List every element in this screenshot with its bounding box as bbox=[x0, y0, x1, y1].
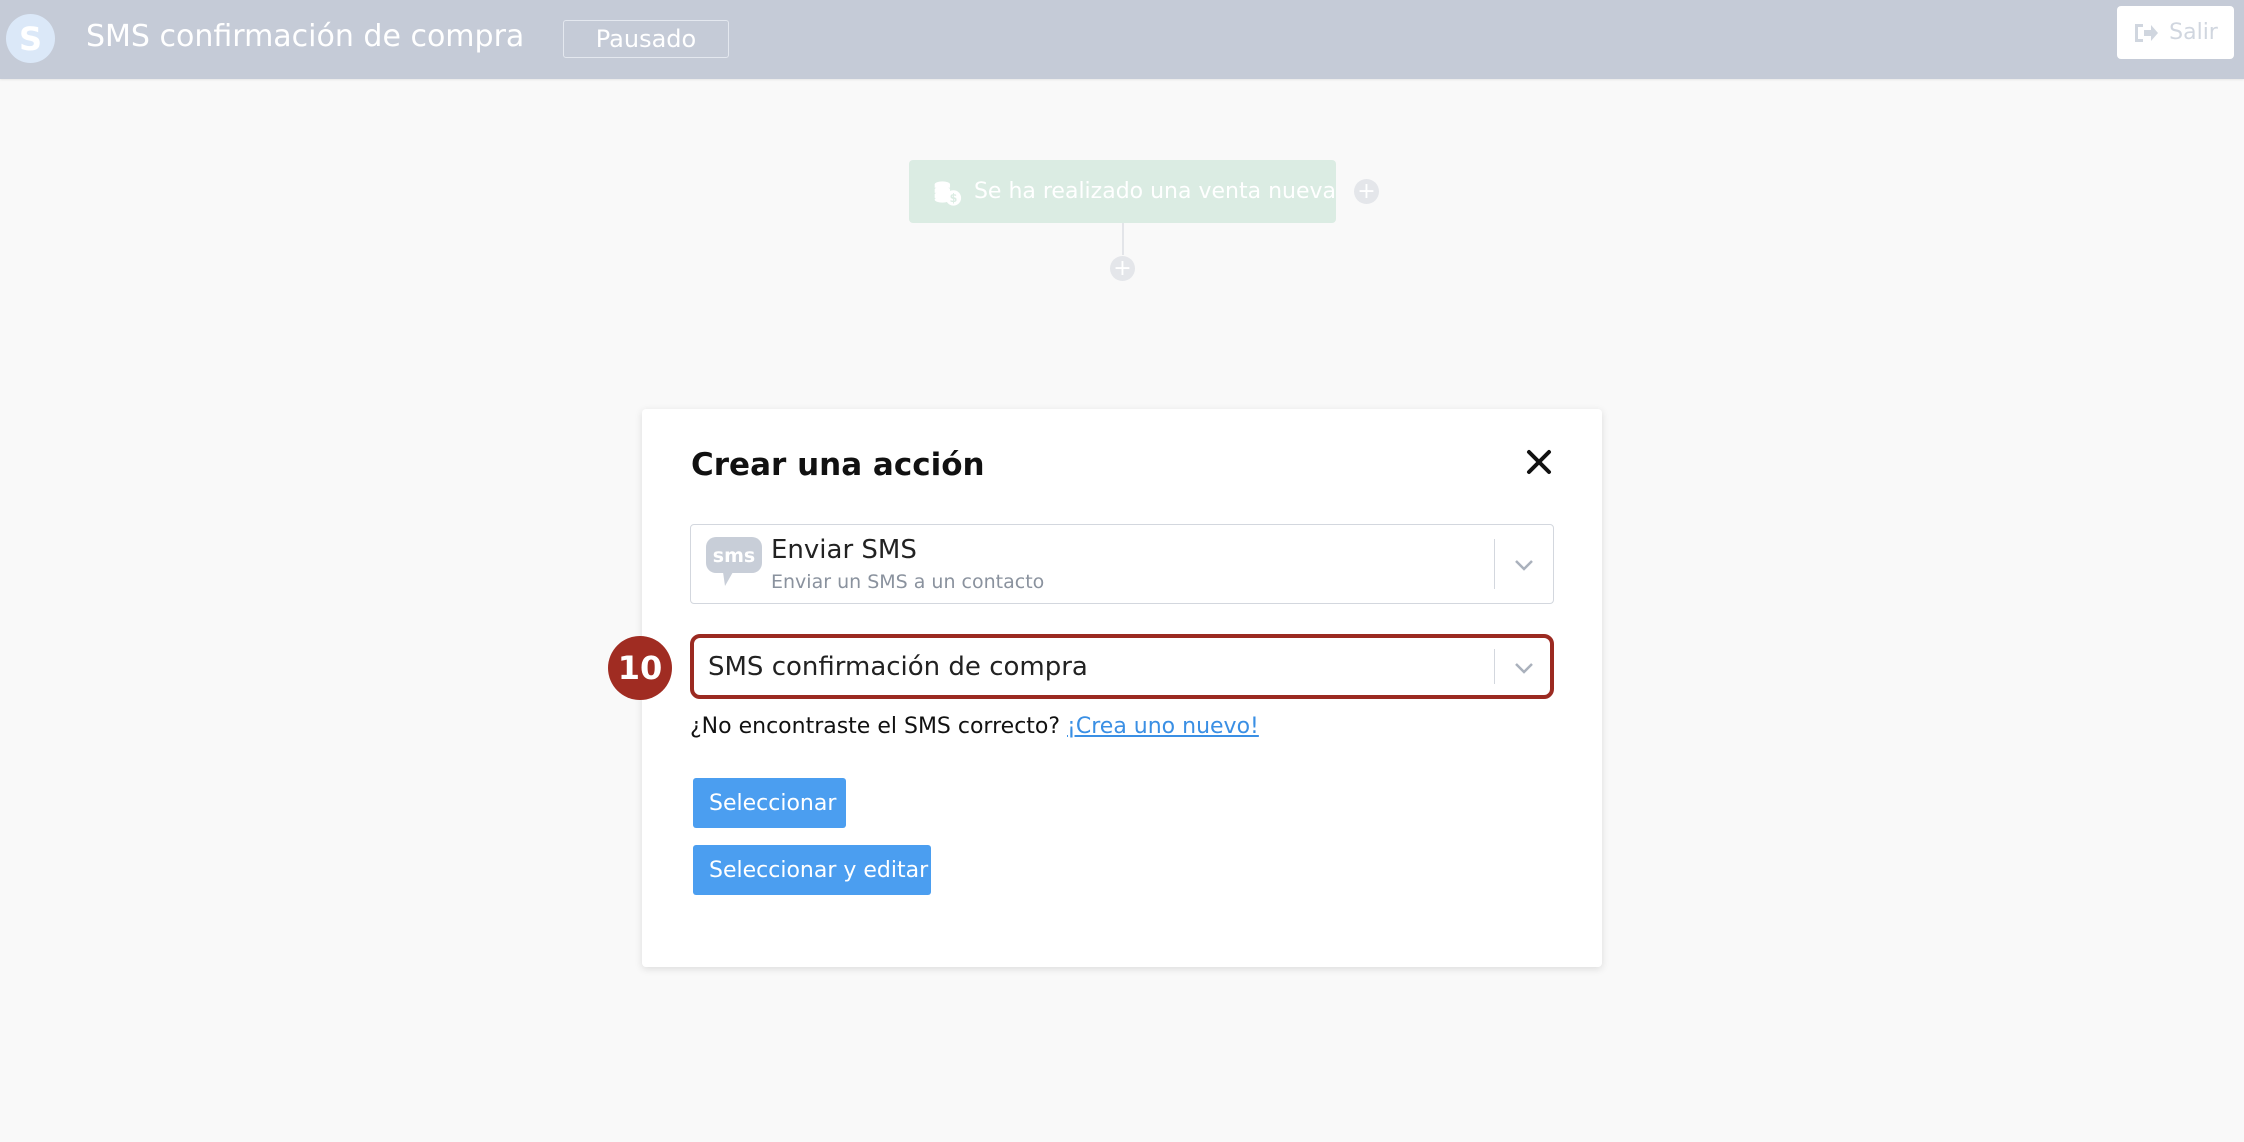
select-divider bbox=[1494, 539, 1495, 589]
logo-letter: S bbox=[18, 19, 43, 58]
modal-title: Crear una acción bbox=[691, 447, 985, 483]
sms-bubble-icon: sms bbox=[706, 537, 762, 586]
action-name: Enviar SMS bbox=[771, 535, 917, 565]
create-new-sms-link[interactable]: ¡Crea uno nuevo! bbox=[1067, 714, 1259, 739]
chevron-down-icon[interactable] bbox=[1513, 661, 1535, 675]
trigger-node[interactable]: $ Se ha realizado una venta nueva bbox=[909, 160, 1336, 223]
exit-label: Salir bbox=[2169, 20, 2218, 45]
status-badge: Pausado bbox=[563, 20, 729, 58]
action-type-select[interactable]: sms Enviar SMS Enviar un SMS a un contac… bbox=[690, 524, 1554, 604]
action-description: Enviar un SMS a un contacto bbox=[771, 571, 1045, 593]
top-bar: S SMS confirmación de compra Pausado Sal… bbox=[0, 0, 2244, 79]
select-divider bbox=[1494, 649, 1495, 684]
chevron-down-icon[interactable] bbox=[1513, 558, 1535, 572]
coins-icon: $ bbox=[934, 180, 962, 206]
close-button[interactable] bbox=[1524, 447, 1554, 477]
sms-hint: ¿No encontraste el SMS correcto? ¡Crea u… bbox=[690, 714, 1259, 739]
exit-button[interactable]: Salir bbox=[2117, 6, 2234, 59]
sms-template-select[interactable]: SMS confirmación de compra bbox=[690, 634, 1554, 699]
create-action-modal: Crear una acción sms Enviar SMS Enviar u… bbox=[608, 409, 1602, 967]
add-branch-icon[interactable]: + bbox=[1354, 179, 1379, 204]
flow-connector bbox=[1122, 223, 1124, 255]
add-step-icon[interactable]: + bbox=[1110, 256, 1135, 281]
select-and-edit-button[interactable]: Seleccionar y editar bbox=[693, 845, 931, 895]
sms-icon-text: sms bbox=[713, 545, 755, 567]
app-logo[interactable]: S bbox=[6, 14, 55, 63]
hint-text: ¿No encontraste el SMS correcto? bbox=[690, 714, 1061, 739]
select-button[interactable]: Seleccionar bbox=[693, 778, 846, 828]
page-title: SMS confirmación de compra bbox=[86, 19, 525, 54]
sms-template-value: SMS confirmación de compra bbox=[708, 652, 1088, 682]
sign-out-icon bbox=[2135, 23, 2159, 42]
trigger-label: Se ha realizado una venta nueva bbox=[973, 179, 1336, 204]
close-icon bbox=[1527, 450, 1551, 474]
svg-text:$: $ bbox=[950, 192, 958, 205]
step-number-badge: 10 bbox=[608, 636, 672, 700]
